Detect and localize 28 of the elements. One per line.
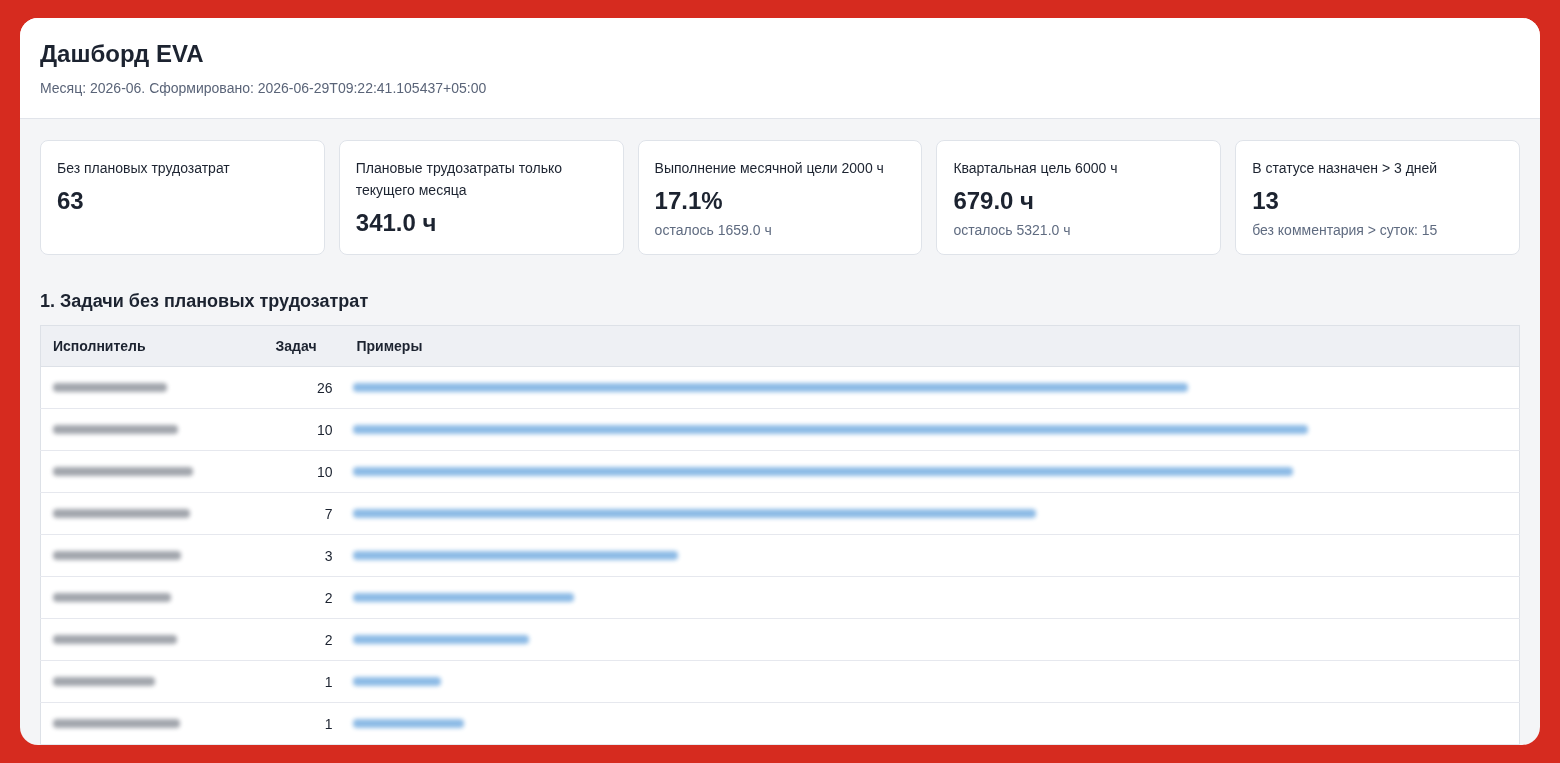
- task-count: 10: [263, 408, 345, 451]
- task-count: 1: [263, 702, 345, 745]
- column-header: Задач: [263, 325, 345, 367]
- metric-label: В статусе назначен > 3 дней: [1252, 159, 1439, 178]
- column-header: Исполнитель: [40, 325, 264, 367]
- metric-label: Плановые трудозатраты только текущего месяца: [355, 159, 564, 200]
- column-header: Примеры: [344, 325, 1520, 367]
- task-count: 10: [263, 450, 345, 493]
- metric-value: 13: [1252, 186, 1280, 216]
- metric-value: 63: [57, 186, 85, 216]
- task-count: 7: [263, 492, 345, 535]
- metric-label: Квартальная цель 6000 ч: [953, 159, 1119, 178]
- page-title: Дашборд EVA: [40, 39, 205, 69]
- section-heading: 1. Задачи без плановых трудозатрат: [40, 290, 370, 313]
- task-count: 2: [263, 618, 345, 661]
- metric-label: Без плановых трудозатрат: [57, 159, 231, 178]
- page-subtitle: Месяц: 2026-06. Сформировано: 2026-06-29T09:22:41.105437+05:00: [40, 79, 488, 98]
- task-count: 3: [263, 534, 345, 577]
- metric-note: без комментария > суток: 15: [1252, 221, 1439, 240]
- metric-value: 17.1%: [654, 186, 724, 216]
- metric-label: Выполнение месячной цели 2000 ч: [654, 159, 885, 178]
- metric-note: осталось 5321.0 ч: [953, 221, 1072, 240]
- task-count: 26: [263, 366, 345, 409]
- metric-value: 679.0 ч: [953, 186, 1036, 216]
- task-count: 1: [263, 660, 345, 703]
- metric-value: 341.0 ч: [355, 208, 438, 238]
- task-count: 2: [263, 576, 345, 619]
- metric-note: осталось 1659.0 ч: [654, 221, 773, 240]
